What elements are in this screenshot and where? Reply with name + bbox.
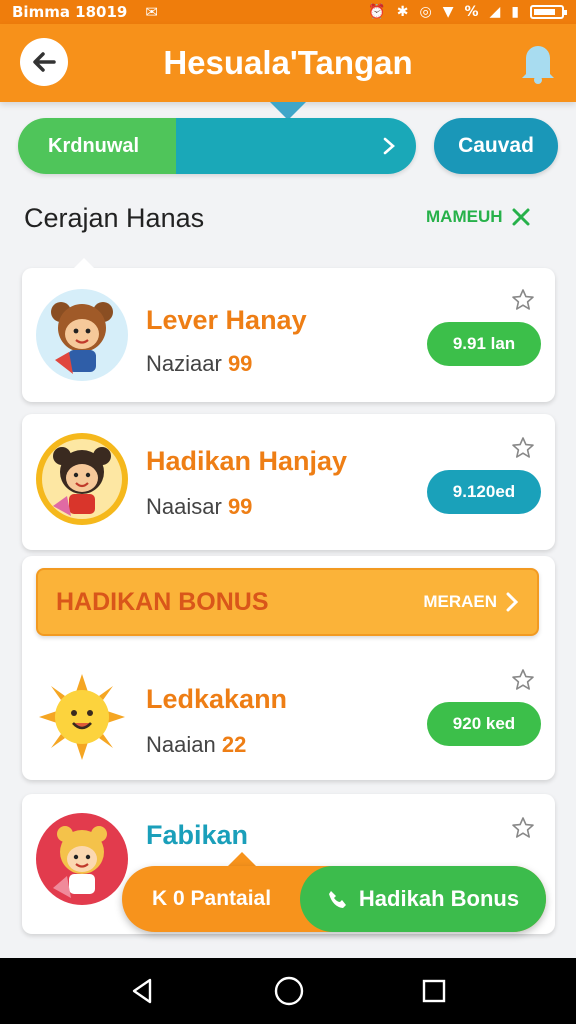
item-title: Lever Hanay	[146, 305, 307, 335]
section-action-button[interactable]: MAMEUH	[426, 207, 531, 227]
app-header: Hesuala'Tangan	[0, 24, 576, 102]
item-subtitle: Naziaar 99	[146, 351, 252, 377]
section-action-label: MAMEUH	[426, 207, 503, 226]
star-icon[interactable]	[511, 816, 535, 840]
nav-back-icon[interactable]	[128, 976, 158, 1006]
item-title: Hadikan Hanjay	[146, 446, 348, 476]
section-title: Cerajan Hanas	[24, 203, 205, 233]
item-subtitle-value: 99	[227, 494, 253, 519]
item-action-button[interactable]: 9.91 lan	[427, 322, 541, 366]
avatar	[35, 432, 129, 526]
star-icon[interactable]	[511, 436, 535, 460]
chevron-right-icon	[383, 137, 395, 155]
star-icon[interactable]	[511, 288, 535, 312]
claim-bonus-button[interactable]: Hadikah Bonus	[300, 866, 546, 932]
item-subtitle-value: 99	[227, 351, 253, 376]
status-carrier: Bimma 18019	[12, 3, 128, 21]
item-title: Fabikan	[146, 820, 249, 850]
sim-icon: ▮	[511, 4, 519, 20]
bonus-banner[interactable]: HADIKAN BONUS MERAEN	[36, 568, 539, 636]
signal-percent: %	[464, 4, 479, 20]
filter-label: Krdnuwal	[18, 118, 176, 174]
nav-recents-icon[interactable]	[420, 977, 448, 1005]
filter-expand[interactable]	[176, 118, 416, 174]
item-subtitle-label: Naaian	[146, 732, 216, 757]
card-pointer	[72, 258, 96, 270]
bonus-title: HADIKAN BONUS	[56, 587, 269, 616]
message-icon: ✉	[145, 3, 158, 21]
close-icon	[512, 208, 529, 226]
cancel-button[interactable]: Cauvad	[434, 118, 558, 174]
bonus-action-label: MERAEN	[423, 592, 497, 611]
phone-icon	[328, 891, 346, 908]
item-subtitle-label: Naaisar	[146, 494, 222, 519]
chevron-right-icon	[506, 592, 519, 612]
list-item[interactable]: Lever Hanay Naziaar 99 9.91 lan	[22, 268, 555, 402]
points-button[interactable]: K 0 Pantaial	[152, 866, 271, 932]
bluetooth-icon: ✱	[396, 4, 409, 20]
item-action-button[interactable]: 9.120ed	[427, 470, 541, 514]
avatar	[35, 670, 129, 764]
filter-selector[interactable]: Krdnuwal	[18, 118, 416, 174]
notification-button[interactable]	[518, 40, 558, 84]
bonus-action[interactable]: MERAEN	[423, 592, 519, 612]
status-bar: Bimma 18019 ✉ ⏰ ✱ ◎ ▼ % ◢ ▮	[0, 0, 576, 24]
page-title: Hesuala'Tangan	[163, 44, 413, 81]
avatar	[35, 812, 129, 906]
nav-home-icon[interactable]	[273, 975, 305, 1007]
alarm-icon: ⏰	[368, 4, 386, 20]
item-action-button[interactable]: 920 ked	[427, 702, 541, 746]
sync-icon: ◎	[419, 4, 432, 20]
signal-icon: ◢	[489, 4, 501, 20]
item-subtitle: Naaisar 99	[146, 494, 252, 520]
avatar	[35, 288, 129, 382]
star-icon[interactable]	[511, 668, 535, 692]
item-subtitle-label: Naziaar	[146, 351, 222, 376]
bottom-action-bar: K 0 Pantaial Hadikah Bonus	[122, 866, 546, 932]
claim-bonus-label: Hadikah Bonus	[358, 886, 520, 911]
item-title: Ledkakann	[146, 684, 288, 714]
item-subtitle: Naaian 22	[146, 732, 246, 758]
wifi-icon: ▼	[442, 4, 454, 20]
action-pointer	[228, 852, 256, 866]
battery-icon	[530, 5, 567, 19]
back-button[interactable]	[20, 38, 68, 86]
back-arrow-icon	[33, 52, 56, 72]
item-subtitle-value: 22	[221, 732, 247, 757]
system-nav-bar	[0, 958, 576, 1024]
list-item[interactable]: Hadikan Hanjay Naaisar 99 9.120ed	[22, 414, 555, 550]
bell-icon	[522, 46, 554, 84]
